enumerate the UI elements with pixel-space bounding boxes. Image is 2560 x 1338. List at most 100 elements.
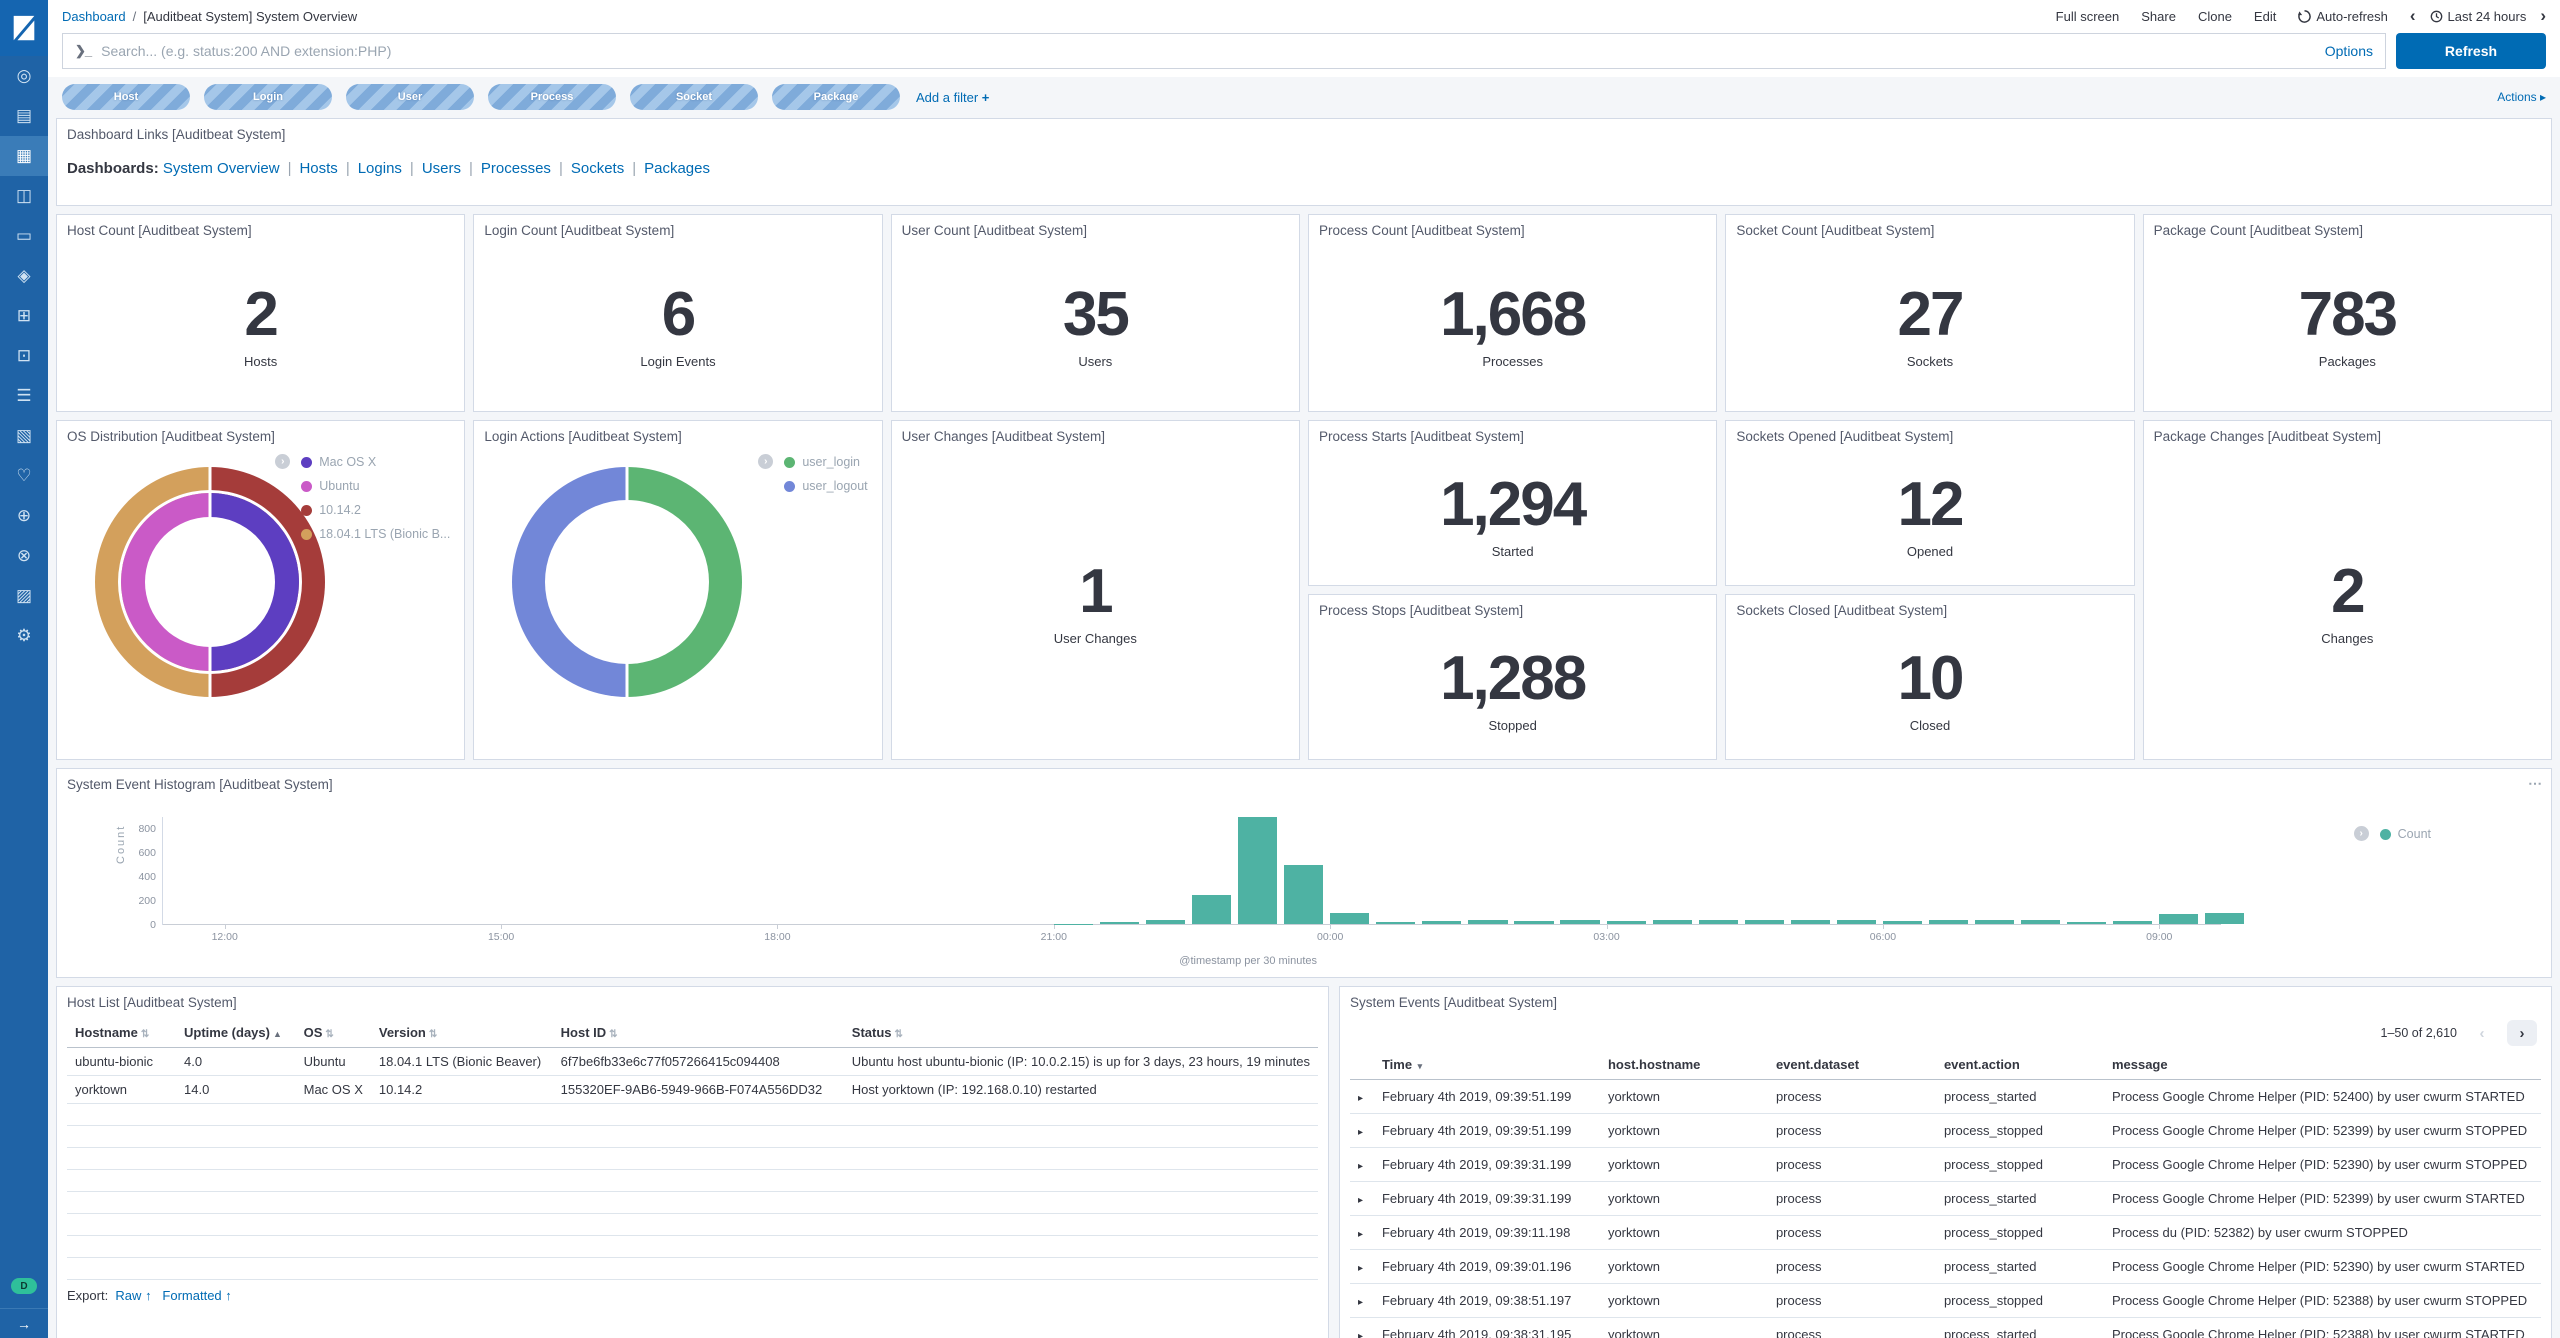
- column-header-event-action[interactable]: event.action: [1936, 1050, 2104, 1080]
- sort-icon[interactable]: ⇅: [429, 1029, 437, 1040]
- time-range-button[interactable]: Last 24 hours: [2430, 9, 2527, 24]
- column-header-host-hostname[interactable]: host.hostname: [1600, 1050, 1768, 1080]
- expand-row-icon[interactable]: ▸: [1358, 1331, 1363, 1338]
- column-header-os[interactable]: OS⇅: [296, 1018, 371, 1048]
- histogram-bar[interactable]: [1284, 865, 1323, 924]
- sidebar-item-logs[interactable]: ☰: [0, 376, 48, 416]
- next-page-button[interactable]: ›: [2507, 1020, 2537, 1046]
- sidebar-item-canvas[interactable]: ▭: [0, 216, 48, 256]
- panel-menu-icon[interactable]: ⋯: [2528, 775, 2543, 792]
- event-row[interactable]: ▸February 4th 2019, 09:38:51.197yorktown…: [1350, 1284, 2541, 1318]
- histogram-bar[interactable]: [2205, 913, 2244, 924]
- sidebar-item-management[interactable]: ⚙: [0, 616, 48, 656]
- event-row[interactable]: ▸February 4th 2019, 09:38:31.195yorktown…: [1350, 1318, 2541, 1338]
- export-formatted-link[interactable]: Formatted ↑: [162, 1288, 231, 1303]
- histogram-bar[interactable]: [1653, 920, 1692, 924]
- histogram-bar[interactable]: [1837, 920, 1876, 924]
- time-back-button[interactable]: ‹: [2410, 6, 2416, 26]
- sidebar-item-machine-learning[interactable]: ⊞: [0, 296, 48, 336]
- histogram-bar[interactable]: [1791, 920, 1830, 924]
- histogram-bar[interactable]: [1883, 921, 1922, 924]
- legend-item[interactable]: 10.14.2: [301, 503, 450, 517]
- sort-icon[interactable]: ⇅: [895, 1029, 903, 1040]
- histogram-bar[interactable]: [1100, 922, 1139, 924]
- prev-page-button[interactable]: ‹: [2467, 1020, 2497, 1046]
- event-row[interactable]: ▸February 4th 2019, 09:39:31.199yorktown…: [1350, 1148, 2541, 1182]
- event-row[interactable]: ▸February 4th 2019, 09:39:31.199yorktown…: [1350, 1182, 2541, 1216]
- histogram-bar[interactable]: [1422, 921, 1461, 924]
- expand-row-icon[interactable]: ▸: [1358, 1127, 1363, 1138]
- column-header-version[interactable]: Version⇅: [371, 1018, 553, 1048]
- legend-toggle-icon[interactable]: ›: [2354, 826, 2369, 841]
- column-header-host-id[interactable]: Host ID⇅: [553, 1018, 844, 1048]
- histogram-bar[interactable]: [1560, 920, 1599, 924]
- histogram-bar[interactable]: [2021, 920, 2060, 924]
- event-row[interactable]: ▸February 4th 2019, 09:39:11.198yorktown…: [1350, 1216, 2541, 1250]
- query-options-link[interactable]: Options: [2325, 43, 2373, 59]
- histogram-bar[interactable]: [1975, 920, 2014, 924]
- column-header-status[interactable]: Status⇅: [844, 1018, 1318, 1048]
- sidebar-item-uptime[interactable]: ♡: [0, 456, 48, 496]
- refresh-button[interactable]: Refresh: [2396, 33, 2546, 69]
- expand-row-icon[interactable]: ▸: [1358, 1297, 1363, 1308]
- histogram-bar[interactable]: [1192, 895, 1231, 924]
- sidebar-item-infrastructure[interactable]: ⊡: [0, 336, 48, 376]
- filter-pill-login[interactable]: Login: [204, 84, 332, 110]
- sidebar-item-monitoring[interactable]: ▨: [0, 576, 48, 616]
- sidebar-item-timelion[interactable]: ◫: [0, 176, 48, 216]
- dashboard-link-users[interactable]: Users: [422, 160, 461, 177]
- column-header-event-dataset[interactable]: event.dataset: [1768, 1050, 1936, 1080]
- filter-pill-package[interactable]: Package: [772, 84, 900, 110]
- sort-icon[interactable]: ⇅: [609, 1029, 617, 1040]
- sort-desc-icon[interactable]: ▾: [1415, 1061, 1422, 1071]
- sidebar-item-dashboard[interactable]: ▦: [0, 136, 48, 176]
- event-row[interactable]: ▸February 4th 2019, 09:39:51.199yorktown…: [1350, 1080, 2541, 1114]
- filter-pill-socket[interactable]: Socket: [630, 84, 758, 110]
- sort-icon[interactable]: ⇅: [325, 1029, 333, 1040]
- table-row[interactable]: ubuntu-bionic4.0Ubuntu18.04.1 LTS (Bioni…: [67, 1048, 1318, 1076]
- event-row[interactable]: ▸February 4th 2019, 09:39:01.196yorktown…: [1350, 1250, 2541, 1284]
- sidebar-item-discover[interactable]: ◎: [0, 56, 48, 96]
- auto-refresh-button[interactable]: Auto-refresh: [2298, 9, 2388, 24]
- share-button[interactable]: Share: [2141, 9, 2176, 24]
- legend-item[interactable]: ›Mac OS X: [301, 455, 450, 469]
- add-filter-button[interactable]: Add a filter +: [916, 90, 989, 105]
- edit-button[interactable]: Edit: [2254, 9, 2276, 24]
- histogram-bar[interactable]: [1238, 817, 1277, 924]
- histogram-bar[interactable]: [1514, 921, 1553, 924]
- kibana-logo[interactable]: [0, 0, 48, 56]
- sort-asc-icon[interactable]: ▲: [273, 1029, 282, 1039]
- dashboard-link-system-overview[interactable]: System Overview: [163, 160, 280, 177]
- expand-row-icon[interactable]: ▸: [1358, 1161, 1363, 1172]
- filter-pill-user[interactable]: User: [346, 84, 474, 110]
- legend-item[interactable]: 18.04.1 LTS (Bionic B...: [301, 527, 450, 541]
- histogram-bar[interactable]: [1376, 922, 1415, 924]
- legend-item[interactable]: user_logout: [784, 479, 867, 493]
- sidebar-item-maps[interactable]: ◈: [0, 256, 48, 296]
- histogram-bar[interactable]: [1146, 920, 1185, 924]
- sidebar-item-graph[interactable]: ⊕: [0, 496, 48, 536]
- breadcrumb-dashboard-link[interactable]: Dashboard: [62, 9, 126, 24]
- dashboard-actions-button[interactable]: Actions ▸: [2497, 90, 2546, 104]
- sidebar-item-apm[interactable]: ▧: [0, 416, 48, 456]
- histogram-bar[interactable]: [1468, 920, 1507, 924]
- clone-button[interactable]: Clone: [2198, 9, 2232, 24]
- column-header-hostname[interactable]: Hostname⇅: [67, 1018, 176, 1048]
- column-header-message[interactable]: message: [2104, 1050, 2541, 1080]
- search-input[interactable]: [101, 43, 2313, 59]
- expand-row-icon[interactable]: ▸: [1358, 1263, 1363, 1274]
- sidebar-collapse-button[interactable]: →: [0, 1308, 48, 1338]
- histogram-bar[interactable]: [1929, 920, 1968, 924]
- legend-item[interactable]: ›Count: [2380, 827, 2431, 841]
- expand-row-icon[interactable]: ▸: [1358, 1093, 1363, 1104]
- expand-row-icon[interactable]: ▸: [1358, 1195, 1363, 1206]
- column-header-uptime-days-[interactable]: Uptime (days)▲: [176, 1018, 296, 1048]
- filter-pill-process[interactable]: Process: [488, 84, 616, 110]
- histogram-bar[interactable]: [1330, 913, 1369, 924]
- dashboard-link-logins[interactable]: Logins: [358, 160, 402, 177]
- histogram-bar[interactable]: [2067, 922, 2106, 924]
- histogram-bar[interactable]: [1699, 920, 1738, 924]
- legend-item[interactable]: ›user_login: [784, 455, 867, 469]
- filter-pill-host[interactable]: Host: [62, 84, 190, 110]
- expand-row-icon[interactable]: ▸: [1358, 1229, 1363, 1240]
